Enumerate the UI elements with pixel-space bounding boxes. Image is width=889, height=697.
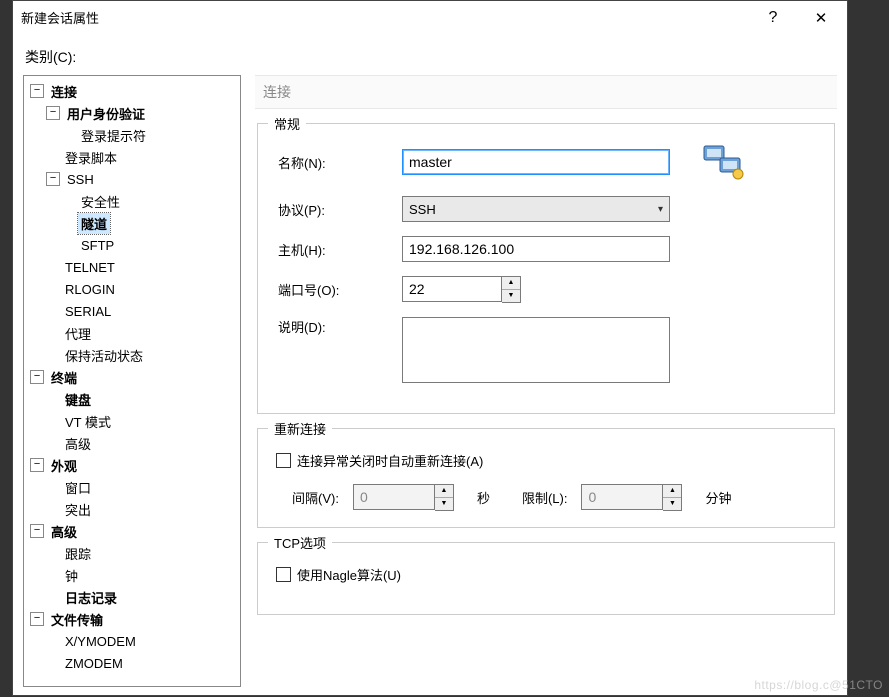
reconnect-legend: 重新连接	[268, 419, 332, 438]
tree-login-prompt[interactable]: 登录提示符	[78, 125, 149, 146]
collapse-icon[interactable]: −	[30, 612, 44, 626]
collapse-icon[interactable]: −	[30, 370, 44, 384]
tree-zmodem[interactable]: ZMODEM	[62, 655, 126, 672]
limit-spinner: ▲▼	[581, 484, 691, 511]
limit-label: 限制(L):	[522, 488, 568, 507]
close-button[interactable]: ✕	[797, 3, 845, 33]
tree-rlogin[interactable]: RLOGIN	[62, 281, 118, 298]
interval-input	[353, 484, 435, 510]
limit-unit: 分钟	[705, 488, 731, 507]
tree-window[interactable]: 窗口	[62, 477, 94, 498]
category-tree[interactable]: −连接 −用户身份验证 登录提示符 登录脚本 −SSH 安全性 隧道 SFTP	[23, 75, 241, 687]
interval-spinner: ▲▼	[353, 484, 463, 511]
auto-reconnect-checkbox[interactable]	[276, 453, 291, 468]
reconnect-group: 重新连接 连接异常关闭时自动重新连接(A) 间隔(V): ▲▼ 秒 限制(L):	[257, 428, 835, 528]
collapse-icon[interactable]: −	[30, 458, 44, 472]
spin-down-icon: ▼	[435, 498, 453, 511]
tcp-legend: TCP选项	[268, 533, 332, 552]
help-button[interactable]: ?	[749, 3, 797, 33]
tree-highlight[interactable]: 突出	[62, 499, 94, 520]
tree-appearance[interactable]: 外观	[48, 455, 80, 476]
tree-keyboard[interactable]: 键盘	[62, 389, 94, 410]
nagle-checkbox[interactable]	[276, 567, 291, 582]
spin-up-icon: ▲	[435, 485, 453, 498]
port-label: 端口号(O):	[272, 280, 402, 299]
dialog-title: 新建会话属性	[21, 8, 749, 27]
tree-tunnel[interactable]: 隧道	[78, 213, 110, 234]
auto-reconnect-label: 连接异常关闭时自动重新连接(A)	[297, 451, 483, 470]
tree-logging[interactable]: 日志记录	[62, 587, 120, 608]
spin-down-icon[interactable]: ▼	[502, 290, 520, 303]
panel-header: 连接	[255, 75, 837, 109]
tree-bell[interactable]: 钟	[62, 565, 81, 586]
collapse-icon[interactable]: −	[46, 106, 60, 120]
tree-sftp[interactable]: SFTP	[78, 237, 117, 254]
tree-terminal[interactable]: 终端	[48, 367, 80, 388]
name-input[interactable]	[402, 149, 670, 175]
tree-file-transfer[interactable]: 文件传输	[48, 609, 106, 630]
protocol-select[interactable]: SSH ▾	[402, 196, 670, 222]
collapse-icon[interactable]: −	[46, 172, 60, 186]
host-label: 主机(H):	[272, 240, 402, 259]
protocol-value: SSH	[409, 202, 436, 217]
category-label: 类别(C):	[13, 35, 847, 71]
tree-login-script[interactable]: 登录脚本	[62, 147, 120, 168]
tree-adv-term[interactable]: 高级	[62, 433, 94, 454]
tree-keepalive[interactable]: 保持活动状态	[62, 345, 146, 366]
chevron-down-icon: ▾	[658, 204, 663, 215]
tree-proxy[interactable]: 代理	[62, 323, 94, 344]
tree-connection[interactable]: 连接	[48, 81, 80, 102]
general-legend: 常规	[268, 114, 306, 133]
settings-panel: 连接 常规 名称(N): 协议(P):	[241, 75, 837, 687]
port-spinner[interactable]: ▲ ▼	[402, 276, 532, 303]
session-properties-dialog: 新建会话属性 ? ✕ 类别(C): −连接 −用户身份验证 登录提示符 登录脚本…	[12, 0, 848, 696]
desc-label: 说明(D):	[272, 317, 402, 336]
tree-auth[interactable]: 用户身份验证	[64, 103, 148, 124]
tcp-group: TCP选项 使用Nagle算法(U)	[257, 542, 835, 615]
nagle-label: 使用Nagle算法(U)	[297, 565, 401, 584]
titlebar: 新建会话属性 ? ✕	[13, 1, 847, 35]
host-input[interactable]	[402, 236, 670, 262]
spin-up-icon: ▲	[663, 485, 681, 498]
collapse-icon[interactable]: −	[30, 84, 44, 98]
interval-unit: 秒	[477, 488, 490, 507]
tree-advanced[interactable]: 高级	[48, 521, 80, 542]
tree-trace[interactable]: 跟踪	[62, 543, 94, 564]
tree-ssh[interactable]: SSH	[64, 171, 97, 188]
hosts-icon	[700, 142, 748, 182]
limit-input	[581, 484, 663, 510]
interval-label: 间隔(V):	[292, 488, 339, 507]
collapse-icon[interactable]: −	[30, 524, 44, 538]
tree-xymodem[interactable]: X/YMODEM	[62, 633, 139, 650]
spin-down-icon: ▼	[663, 498, 681, 511]
port-input[interactable]	[402, 276, 502, 302]
tree-serial[interactable]: SERIAL	[62, 303, 114, 320]
general-group: 常规 名称(N): 协议(P): SSH	[257, 123, 835, 414]
protocol-label: 协议(P):	[272, 200, 402, 219]
tree-vtmode[interactable]: VT 模式	[62, 411, 114, 432]
tree-telnet[interactable]: TELNET	[62, 259, 118, 276]
name-label: 名称(N):	[272, 153, 402, 172]
tree-security[interactable]: 安全性	[78, 191, 123, 212]
spin-up-icon[interactable]: ▲	[502, 277, 520, 290]
desc-textarea[interactable]	[402, 317, 670, 383]
watermark: https://blog.c@51CTO	[754, 678, 883, 692]
